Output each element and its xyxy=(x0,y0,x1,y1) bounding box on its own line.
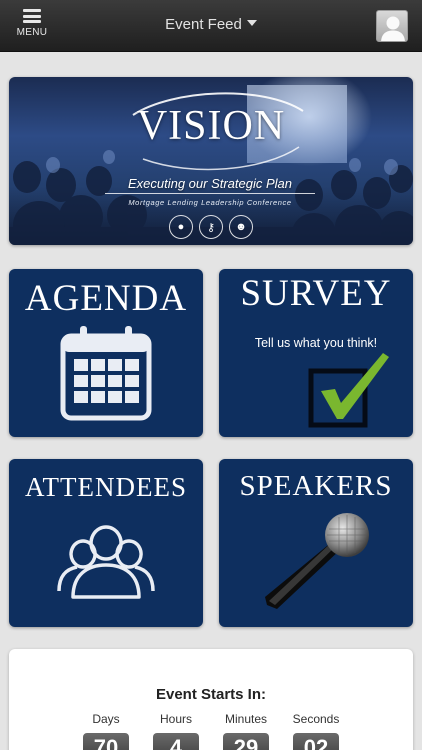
banner-icon-row: ● ⚷ ☻ xyxy=(169,215,253,241)
countdown-units: Days 70 Hours 4 Minutes 29 Seconds 02 xyxy=(75,712,347,750)
conference-banner[interactable]: VISION Executing our Strategic Plan Mort… xyxy=(9,77,413,245)
location-pin-icon: ● xyxy=(169,215,193,239)
countdown-label: Hours xyxy=(159,712,192,726)
countdown-minutes: Minutes 29 xyxy=(215,712,277,750)
event-feed-dropdown[interactable]: Event Feed xyxy=(0,16,422,33)
user-avatar-icon xyxy=(381,16,405,41)
key-icon: ⚷ xyxy=(199,215,223,239)
survey-tagline: Tell us what you think! xyxy=(254,336,378,350)
countdown-value: 29 xyxy=(223,733,269,750)
profile-button[interactable] xyxy=(376,10,408,42)
attendees-tile[interactable]: ATTENDEES xyxy=(9,459,203,627)
vision-logo-text: VISION xyxy=(136,103,286,149)
countdown-value: 02 xyxy=(293,733,339,750)
speakers-tile[interactable]: SPEAKERS xyxy=(219,459,413,627)
countdown-value: 4 xyxy=(153,733,199,750)
countdown-hours: Hours 4 xyxy=(145,712,207,750)
banner-subtitle: Mortgage Lending Leadership Conference xyxy=(128,198,292,207)
people-group-icon xyxy=(57,525,155,599)
banner-tagline: Executing our Strategic Plan xyxy=(105,176,315,194)
countdown-label: Minutes xyxy=(224,712,268,726)
checkbox-check-icon xyxy=(308,353,389,428)
countdown-label: Seconds xyxy=(292,712,340,726)
countdown-days: Days 70 xyxy=(75,712,137,750)
event-feed-title: Event Feed xyxy=(165,16,242,33)
countdown-label: Days xyxy=(92,712,120,726)
people-icon: ☻ xyxy=(229,215,253,239)
countdown-seconds: Seconds 02 xyxy=(285,712,347,750)
microphone-icon xyxy=(265,513,369,609)
agenda-title: AGENDA xyxy=(24,278,188,319)
countdown-title: Event Starts In: xyxy=(155,686,267,703)
agenda-tile[interactable]: AGENDA xyxy=(9,269,203,437)
attendees-title: ATTENDEES xyxy=(25,472,187,502)
speakers-title: SPEAKERS xyxy=(239,470,393,502)
survey-tile[interactable]: SURVEY Tell us what you think! xyxy=(219,269,413,437)
event-countdown-card: Event Starts In: Days 70 Hours 4 Minutes… xyxy=(9,649,413,750)
top-navigation-bar: MENU Event Feed xyxy=(0,0,422,52)
countdown-value: 70 xyxy=(83,733,129,750)
caret-down-icon xyxy=(246,20,257,26)
survey-title: SURVEY xyxy=(240,273,392,314)
calendar-icon xyxy=(60,326,152,421)
